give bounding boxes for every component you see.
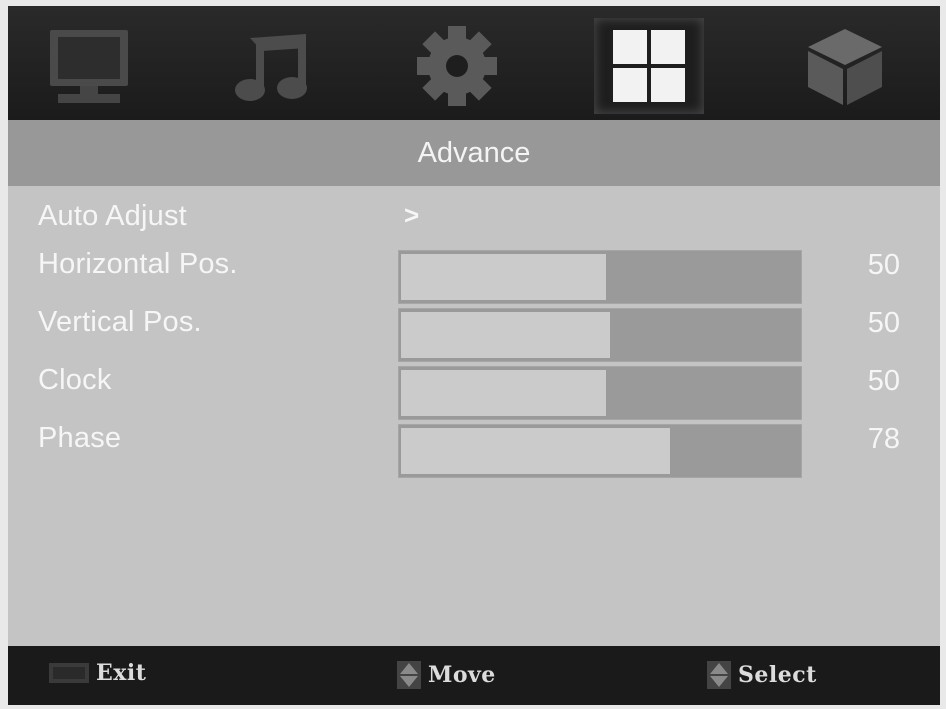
updown-arrows-icon xyxy=(397,661,421,689)
monitor-icon xyxy=(50,30,128,103)
phase-slider[interactable] xyxy=(398,424,802,478)
select-hint-label: Select xyxy=(738,662,817,688)
slider-fill xyxy=(401,370,607,416)
phase-label: Phase xyxy=(38,422,122,454)
menu-tab-bar xyxy=(8,6,940,120)
slider-fill xyxy=(401,254,607,300)
vertical-pos-value: 50 xyxy=(867,307,900,339)
clock-value: 50 xyxy=(867,365,900,397)
tab-picture[interactable] xyxy=(34,18,144,114)
hint-bar: Exit Move Select xyxy=(8,646,940,705)
menu-item-horizontal-pos[interactable]: Horizontal Pos. 50 xyxy=(8,240,940,304)
menu-key-icon xyxy=(49,663,89,683)
horizontal-pos-label: Horizontal Pos. xyxy=(38,248,238,280)
menu-item-vertical-pos[interactable]: Vertical Pos. 50 xyxy=(8,298,940,362)
vertical-pos-slider[interactable] xyxy=(398,308,802,362)
clock-slider[interactable] xyxy=(398,366,802,420)
music-note-icon xyxy=(235,34,307,101)
updown-arrows-icon xyxy=(707,661,731,689)
auto-adjust-label: Auto Adjust xyxy=(38,200,187,232)
gear-icon xyxy=(417,26,497,106)
cube-icon xyxy=(808,29,882,105)
osd-screen: Advance Auto Adjust > Horizontal Pos. 50… xyxy=(8,6,940,705)
slider-fill xyxy=(401,428,671,474)
horizontal-pos-value: 50 xyxy=(867,249,900,281)
tab-setup[interactable] xyxy=(402,18,512,114)
hint-exit: Exit xyxy=(48,660,146,686)
move-hint-label: Move xyxy=(428,662,496,688)
tab-sound[interactable] xyxy=(218,18,328,114)
tab-advance[interactable] xyxy=(594,18,704,114)
menu-item-phase[interactable]: Phase 78 xyxy=(8,414,940,478)
page-title: Advance xyxy=(417,136,531,169)
tab-other[interactable] xyxy=(790,18,900,114)
grid-icon xyxy=(613,30,685,102)
hint-select: Select xyxy=(706,660,817,690)
menu-item-clock[interactable]: Clock 50 xyxy=(8,356,940,420)
phase-value: 78 xyxy=(867,423,900,455)
vertical-pos-label: Vertical Pos. xyxy=(38,306,202,338)
page-title-bar: Advance xyxy=(8,120,940,186)
chevron-right-icon: > xyxy=(404,200,420,230)
exit-hint-label: Exit xyxy=(96,660,147,686)
horizontal-pos-slider[interactable] xyxy=(398,250,802,304)
menu-item-auto-adjust[interactable]: Auto Adjust > xyxy=(8,192,940,242)
hint-move: Move xyxy=(396,660,496,690)
clock-label: Clock xyxy=(38,364,112,396)
slider-fill xyxy=(401,312,611,358)
